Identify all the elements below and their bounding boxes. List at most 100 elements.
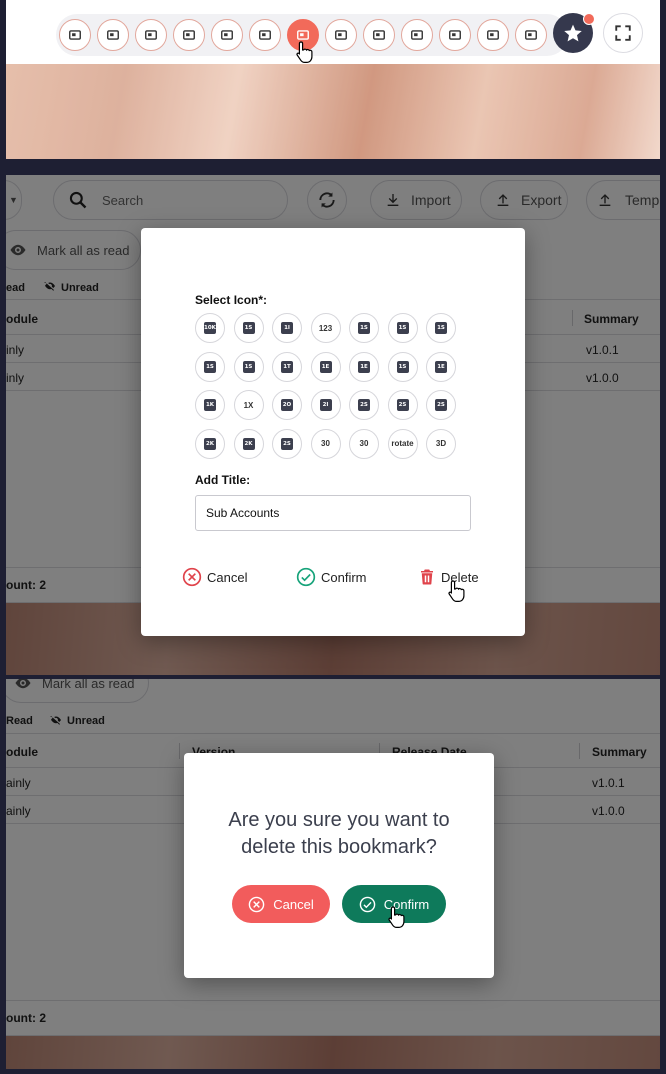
icon-option-glyph: 2I — [319, 399, 332, 411]
table-cell-module: inly — [6, 343, 25, 357]
table-cell-summary: v1.0.1 — [592, 776, 625, 790]
table-cell-summary: v1.0.1 — [586, 343, 619, 357]
icon-option[interactable]: 1E — [349, 351, 379, 382]
table-header-top-border — [6, 733, 660, 734]
icon-option[interactable]: 2I — [310, 390, 341, 420]
icon-option[interactable]: rotate — [387, 428, 418, 459]
edit-bookmark-dialog: Select Icon*: 10K 1S 1I 123 1S 1S 1S 1S 1S 1T 1E 1E… — [141, 228, 525, 636]
check-circle-icon — [296, 567, 316, 587]
icon-option[interactable]: 1T — [272, 351, 302, 382]
cancel-button[interactable]: Cancel — [182, 567, 247, 587]
table-footer-border — [6, 1000, 660, 1001]
bookmark-button-4[interactable] — [173, 19, 205, 51]
mark-all-read-label: Mark all as read — [37, 242, 130, 258]
icon-option[interactable]: 1S — [233, 313, 264, 343]
confirm-label: Confirm — [383, 896, 430, 912]
upload-icon — [497, 194, 509, 206]
icon-option-glyph: 1E — [358, 360, 370, 373]
delete-confirm-question: Are you sure you want to delete this boo… — [228, 809, 450, 858]
building-icon — [107, 30, 119, 40]
settings-gear-icon — [259, 30, 271, 40]
bookmark-button-7[interactable] — [287, 19, 319, 51]
delete-button[interactable]: Delete — [418, 567, 479, 587]
icon-option[interactable]: 3D — [426, 428, 456, 459]
cancel-delete-button[interactable]: Cancel — [232, 885, 330, 923]
table-cell-module: inly — [6, 371, 25, 385]
trash-icon — [421, 569, 433, 585]
icon-option-glyph: 1S — [242, 360, 255, 373]
icon-option-glyph: 10K — [204, 322, 216, 334]
bookmark-button-11[interactable] — [439, 19, 471, 51]
bookmark-button-3[interactable] — [135, 19, 167, 51]
refresh-button[interactable] — [307, 180, 347, 220]
search-placeholder: Search — [102, 192, 144, 208]
bookmark-button-1[interactable] — [59, 19, 91, 51]
export-button[interactable]: Export — [480, 180, 568, 220]
icon-option[interactable]: 2S — [349, 390, 379, 420]
icon-option[interactable]: 30 — [310, 428, 341, 459]
icon-option-glyph: 2K — [204, 437, 216, 450]
confirm-delete-button[interactable]: Confirm — [342, 885, 446, 923]
bookmark-button-10[interactable] — [401, 19, 433, 51]
read-filter-label[interactable]: Read — [6, 715, 33, 727]
icon-option[interactable]: 2S — [387, 390, 418, 420]
column-separator — [572, 310, 573, 326]
keyboard-icon — [449, 30, 461, 40]
icon-option-glyph: 3D — [435, 439, 447, 448]
icon-option[interactable]: 1K — [195, 390, 225, 420]
icon-option[interactable]: 1S — [387, 313, 418, 343]
read-filter-label[interactable]: ead — [6, 282, 25, 294]
column-module-header: odule — [6, 312, 38, 326]
table-cell-module: ainly — [6, 804, 31, 818]
image-icon — [373, 30, 385, 40]
import-button[interactable]: Import — [370, 180, 462, 220]
hidden-video-icon — [525, 30, 537, 40]
confirm-button[interactable]: Confirm — [296, 567, 367, 587]
icon-option-glyph: 2K — [242, 437, 255, 450]
bookmark-button-8[interactable] — [325, 19, 357, 51]
icon-option[interactable]: 10K — [195, 313, 225, 343]
bookmark-button-13[interactable] — [515, 19, 547, 51]
title-input[interactable] — [195, 495, 471, 531]
icon-option[interactable]: 2K — [195, 428, 225, 459]
icon-option[interactable]: 2S — [426, 390, 456, 420]
icon-option[interactable]: 123 — [310, 313, 341, 343]
icon-option[interactable]: 1S — [195, 351, 225, 382]
icon-option-glyph: 1E — [319, 360, 332, 373]
search-icon — [69, 191, 87, 209]
mark-all-read-button[interactable]: Mark all as read — [6, 679, 149, 703]
template-button[interactable]: Templa — [586, 180, 660, 220]
unread-filter-label[interactable]: Unread — [61, 282, 99, 294]
numbered-box-icon — [335, 30, 347, 40]
icon-option[interactable]: 30 — [349, 428, 379, 459]
icon-option[interactable]: 2S — [272, 428, 302, 459]
icon-option[interactable]: 1S — [349, 313, 379, 343]
icon-option[interactable]: 1S — [233, 351, 264, 382]
icon-option-glyph: 1S — [242, 322, 255, 334]
icon-option-glyph: 1S — [396, 322, 409, 334]
unread-filter-label[interactable]: Unread — [67, 715, 105, 727]
bookmark-button-6[interactable] — [249, 19, 281, 51]
fullscreen-button[interactable] — [603, 13, 643, 53]
table-cell-summary: v1.0.0 — [592, 804, 625, 818]
cancel-label: Cancel — [207, 569, 248, 585]
icon-option[interactable]: 1E — [426, 351, 456, 382]
mark-all-read-button[interactable]: Mark all as read — [6, 230, 141, 270]
icon-option[interactable]: 1X — [233, 390, 264, 420]
icon-option[interactable]: 1S — [426, 313, 456, 343]
icon-option[interactable]: 2O — [272, 390, 302, 420]
bookmark-button-5[interactable] — [211, 19, 243, 51]
search-field[interactable]: Search — [53, 180, 288, 220]
icon-option[interactable]: 1E — [310, 351, 341, 382]
icon-option[interactable]: 1S — [387, 351, 418, 382]
icon-option-glyph: 30 — [321, 439, 330, 448]
dropdown-button[interactable]: ▼ — [6, 180, 22, 220]
icon-option[interactable]: 1I — [272, 313, 302, 343]
column-module-header: odule — [6, 745, 38, 759]
add-title-label: Add Title: — [195, 473, 251, 487]
bookmark-button-2[interactable] — [97, 19, 129, 51]
bookmark-button-12[interactable] — [477, 19, 509, 51]
icon-option-glyph: 1S — [396, 360, 409, 373]
bookmark-button-9[interactable] — [363, 19, 395, 51]
icon-option[interactable]: 2K — [233, 428, 264, 459]
